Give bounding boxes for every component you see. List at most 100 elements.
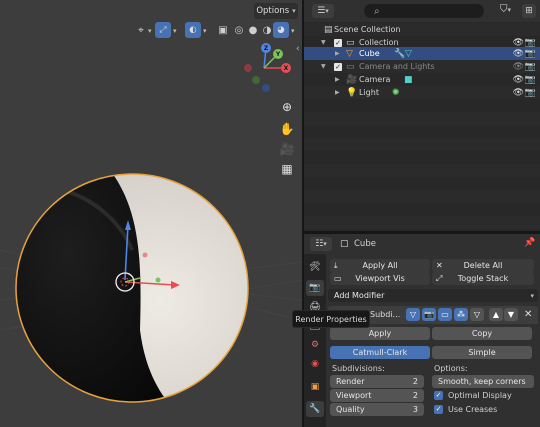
render-camera-icon[interactable]: 📷 <box>525 75 536 85</box>
outliner-row-camera[interactable]: ▶ 🎥 Camera ■ 👁 📷 <box>304 73 540 86</box>
catmull-clark-option[interactable]: Catmull-Clark <box>330 346 430 359</box>
viewport-vis-button[interactable]: ▭ Viewport Vis <box>330 272 430 285</box>
visibility-eye-icon[interactable]: 👁 <box>513 62 524 72</box>
exclude-checkbox[interactable]: ✓ <box>334 38 342 47</box>
pin-icon[interactable]: 📌 <box>524 238 535 248</box>
chevron-down-icon: ▾ <box>530 291 534 300</box>
chevron-down-icon[interactable]: ▾ <box>173 27 177 35</box>
simple-option[interactable]: Simple <box>432 346 532 359</box>
render-levels-field[interactable]: Render 2 <box>330 375 424 388</box>
options-dropdown[interactable]: Options ▾ <box>254 3 298 19</box>
visibility-eye-icon[interactable]: 👁 <box>513 88 524 98</box>
exclude-checkbox[interactable]: ✓ <box>334 62 342 71</box>
toggle-stack-button[interactable]: ⤢ Toggle Stack <box>432 272 534 285</box>
gizmo-neg-z-axis[interactable] <box>262 84 270 92</box>
properties-editor-icon: ☷ <box>315 239 324 249</box>
chevron-down-icon: ▾ <box>292 7 296 15</box>
gizmo-neg-x-axis[interactable] <box>244 64 252 72</box>
tool-tab-icon[interactable]: 🛠 <box>306 259 324 275</box>
visibility-eye-icon[interactable]: 👁 <box>513 38 524 48</box>
expand-triangle-icon[interactable]: ▼ <box>321 63 326 70</box>
camera-view-icon[interactable]: 🎥 <box>276 138 298 160</box>
camera-data-icon[interactable]: ■ <box>404 75 413 85</box>
display-mode-dropdown[interactable]: ☰ ▾ <box>312 4 334 18</box>
mesh-data-icon[interactable]: ▽ <box>405 49 412 59</box>
render-tab-icon[interactable]: 📷 <box>306 280 324 296</box>
outliner-row-label: Light <box>359 88 379 97</box>
object-tab-icon[interactable]: ▣ <box>306 379 324 395</box>
uv-smooth-dropdown[interactable]: Smooth, keep corners <box>432 375 534 388</box>
render-toggle-icon[interactable]: 📷 <box>422 308 436 321</box>
overlay-toggle[interactable]: ◐ <box>185 22 201 38</box>
light-object-icon: 💡 <box>346 87 358 98</box>
move-down-icon[interactable]: ▼ <box>504 308 518 321</box>
chevron-down-icon[interactable]: ▾ <box>291 27 295 35</box>
add-modifier-dropdown[interactable]: Add Modifier ▾ <box>328 289 538 302</box>
optimal-display-checkbox[interactable]: ✓ <box>434 391 443 400</box>
use-creases-label: Use Creases <box>448 405 498 414</box>
subdivisions-label: Subdivisions: <box>332 364 385 373</box>
pan-hand-icon[interactable]: ✋ <box>276 118 298 140</box>
outliner-empty-area <box>304 99 540 231</box>
editor-type-dropdown[interactable]: ☷ ▾ <box>310 237 332 251</box>
search-icon: ⌕ <box>374 5 380 17</box>
copy-button[interactable]: Copy <box>432 327 532 340</box>
visibility-eye-icon[interactable]: 👁 <box>513 75 524 85</box>
visibility-eye-icon[interactable]: 👁 <box>513 49 524 59</box>
viewport-levels-field[interactable]: Viewport 2 <box>330 389 424 402</box>
outliner-row-scene-collection[interactable]: ▤ Scene Collection <box>304 23 540 36</box>
outliner-row-cube[interactable]: ▶ ▽ Cube 🔧 ▽ 👁 📷 <box>304 47 540 60</box>
render-camera-icon[interactable]: 📷 <box>525 49 536 59</box>
outliner-row-light[interactable]: ▶ 💡 Light ✺ 👁 📷 <box>304 86 540 99</box>
chevron-down-icon[interactable]: ▾ <box>148 27 152 35</box>
3d-viewport[interactable]: Options ▾ ⌖ ▾ ⤢ ▾ ◐ ▾ ▣ ◎ ● ◑ ◕ ▾ ‹ Z Y … <box>0 0 302 427</box>
rendered-shading-button[interactable]: ◕ <box>273 22 289 38</box>
render-camera-icon[interactable]: 📷 <box>525 38 536 48</box>
expand-triangle-icon[interactable]: ▶ <box>335 50 340 57</box>
world-tab-icon[interactable]: ◉ <box>306 356 324 372</box>
chevron-down-icon: ▾ <box>323 240 327 248</box>
on-cage-toggle-icon[interactable]: ⁂ <box>454 308 468 321</box>
remove-modifier-icon[interactable]: ✕ <box>524 309 532 320</box>
tooltip: Render Properties <box>292 310 370 328</box>
apply-all-button[interactable]: ⤓ Apply All <box>330 259 430 272</box>
use-creases-checkbox[interactable]: ✓ <box>434 405 443 414</box>
expand-triangle-icon[interactable]: ▶ <box>335 76 340 83</box>
outliner-row-label: Camera and Lights <box>359 62 435 71</box>
filter-icon[interactable]: ⛉▾ <box>500 4 511 15</box>
gizmo-y-axis[interactable]: Y <box>273 49 283 59</box>
light-data-icon[interactable]: ✺ <box>392 88 400 98</box>
apply-button[interactable]: Apply <box>330 327 430 340</box>
modifier-name-field[interactable]: Subdi... <box>370 310 400 319</box>
move-up-icon[interactable]: ▲ <box>489 308 503 321</box>
navigation-gizmo[interactable]: Z Y X <box>238 40 291 92</box>
view-gizmo-toggle[interactable]: ⤢ <box>155 22 171 38</box>
perspective-grid-icon[interactable]: ▦ <box>276 158 298 180</box>
expand-triangle-icon[interactable]: ▶ <box>335 89 340 96</box>
zoom-icon[interactable]: ⊕ <box>276 96 298 118</box>
new-collection-icon[interactable]: ⊞ <box>522 4 536 18</box>
sidebar-toggle-icon[interactable]: ‹ <box>296 44 300 54</box>
render-camera-icon[interactable]: 📷 <box>525 62 536 72</box>
camera-object-icon: 🎥 <box>346 74 358 85</box>
outliner-row-camera-and-lights[interactable]: ▼ ✓ ▭ Camera and Lights 👁 📷 <box>304 60 540 73</box>
download-icon: ⤓ <box>334 260 338 270</box>
options-label: Options <box>256 6 290 16</box>
gizmo-z-axis[interactable]: Z <box>261 43 271 53</box>
outliner-search-input[interactable]: ⌕ <box>364 4 484 18</box>
gizmo-x-axis[interactable]: X <box>281 63 291 73</box>
optimal-display-label: Optimal Display <box>448 391 512 400</box>
modifier-tab-icon[interactable]: 🔧 <box>306 401 324 417</box>
gizmo-neg-y-axis[interactable] <box>252 76 260 84</box>
mesh-cage-icon[interactable]: ▽ <box>470 308 484 321</box>
expand-triangle-icon[interactable]: ▼ <box>321 39 326 46</box>
quality-field[interactable]: Quality 3 <box>330 403 424 416</box>
render-camera-icon[interactable]: 📷 <box>525 88 536 98</box>
edit-mode-toggle-icon[interactable]: ▽ <box>406 308 420 321</box>
scene-collection-icon: ▤ <box>324 24 333 35</box>
viewport-toggle-icon[interactable]: ▭ <box>438 308 452 321</box>
delete-all-button[interactable]: ✕ Delete All <box>432 259 534 272</box>
scene-tab-icon[interactable]: ⚙ <box>306 337 324 353</box>
modifier-wrench-icon[interactable]: 🔧 <box>394 49 405 59</box>
chevron-down-icon[interactable]: ▾ <box>203 27 207 35</box>
